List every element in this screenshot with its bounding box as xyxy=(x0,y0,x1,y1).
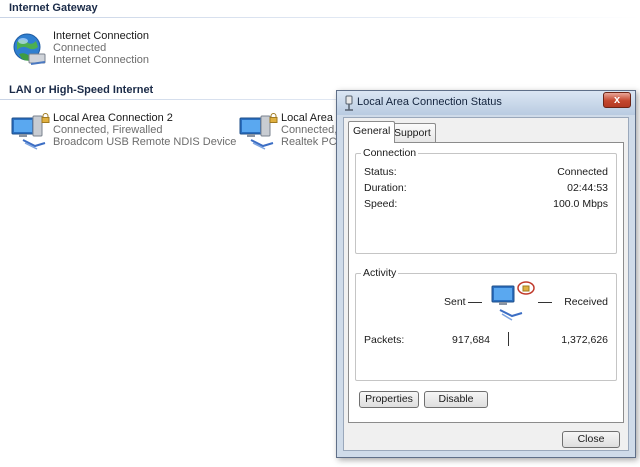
connection-detail: Internet Connection xyxy=(53,54,150,66)
connection-item-local-area-2[interactable]: Local Area Connection 2 Connected, Firew… xyxy=(9,112,239,162)
status-value: Connected xyxy=(557,166,608,178)
connection-name: Internet Connection xyxy=(53,30,150,42)
duration-label: Duration: xyxy=(364,182,407,194)
connection-text: Local Area C Connected, F Realtek PCIe xyxy=(281,112,337,148)
dialog-client-area: General Support Connection Status: Conne… xyxy=(343,117,629,451)
close-button[interactable]: Close xyxy=(562,431,620,448)
disable-button[interactable]: Disable xyxy=(424,391,488,408)
connection-legend: Connection xyxy=(361,147,419,159)
tab-general[interactable]: General xyxy=(348,121,396,143)
dialog-titlebar[interactable]: Local Area Connection Status x xyxy=(337,91,635,115)
connection-status: Connected, Firewalled xyxy=(53,124,163,136)
sent-label: Sent xyxy=(444,296,466,308)
connection-status: Connected, F xyxy=(281,124,337,136)
packets-label: Packets: xyxy=(364,334,405,346)
connection-detail: Realtek PCIe xyxy=(281,136,337,148)
activity-legend: Activity xyxy=(361,267,399,279)
status-label: Status: xyxy=(364,166,397,178)
properties-button[interactable]: Properties xyxy=(359,391,419,408)
sent-line xyxy=(468,302,482,303)
speed-value: 100.0 Mbps xyxy=(553,198,608,210)
received-line xyxy=(538,302,552,303)
connection-text: Local Area Connection 2 Connected, Firew… xyxy=(53,112,236,148)
duration-value: 02:44:53 xyxy=(567,182,608,194)
close-icon[interactable]: x xyxy=(603,92,631,108)
sent-packets-value: 917,684 xyxy=(452,334,490,346)
connection-item-local-area[interactable]: Local Area C Connected, F Realtek PCIe xyxy=(237,112,337,162)
connection-item-internet[interactable]: Internet Connection Connected Internet C… xyxy=(9,30,209,80)
connection-detail: Broadcom USB Remote NDIS Device xyxy=(53,136,237,148)
lock-icon xyxy=(41,113,50,126)
group-divider xyxy=(0,17,640,18)
received-label: Received xyxy=(564,296,608,308)
group-header-internet-gateway: Internet Gateway xyxy=(0,0,640,18)
connection-status: Connected xyxy=(53,42,107,54)
speed-label: Speed: xyxy=(364,198,398,210)
connection-name: Local Area Connection 2 xyxy=(53,112,173,124)
dialog-title: Local Area Connection Status xyxy=(357,96,502,108)
tab-support[interactable]: Support xyxy=(389,123,436,142)
status-dialog: Local Area Connection Status x General S… xyxy=(336,90,636,458)
network-adapter-icon xyxy=(345,95,353,111)
activity-computers-icon xyxy=(491,281,535,321)
connection-group: Connection Status: Connected Duration: 0… xyxy=(355,147,617,254)
activity-group: Activity Sent Received Packets: 917,684 xyxy=(355,267,617,381)
lock-icon xyxy=(269,113,278,126)
group-title: Internet Gateway xyxy=(9,2,98,14)
activity-divider xyxy=(508,332,509,346)
group-title: LAN or High-Speed Internet xyxy=(9,84,154,96)
connection-name: Local Area C xyxy=(281,112,337,124)
internet-globe-icon xyxy=(13,33,46,65)
received-packets-value: 1,372,626 xyxy=(561,334,608,346)
connection-text: Internet Connection Connected Internet C… xyxy=(53,30,149,66)
general-tab-panel: Connection Status: Connected Duration: 0… xyxy=(348,142,624,423)
